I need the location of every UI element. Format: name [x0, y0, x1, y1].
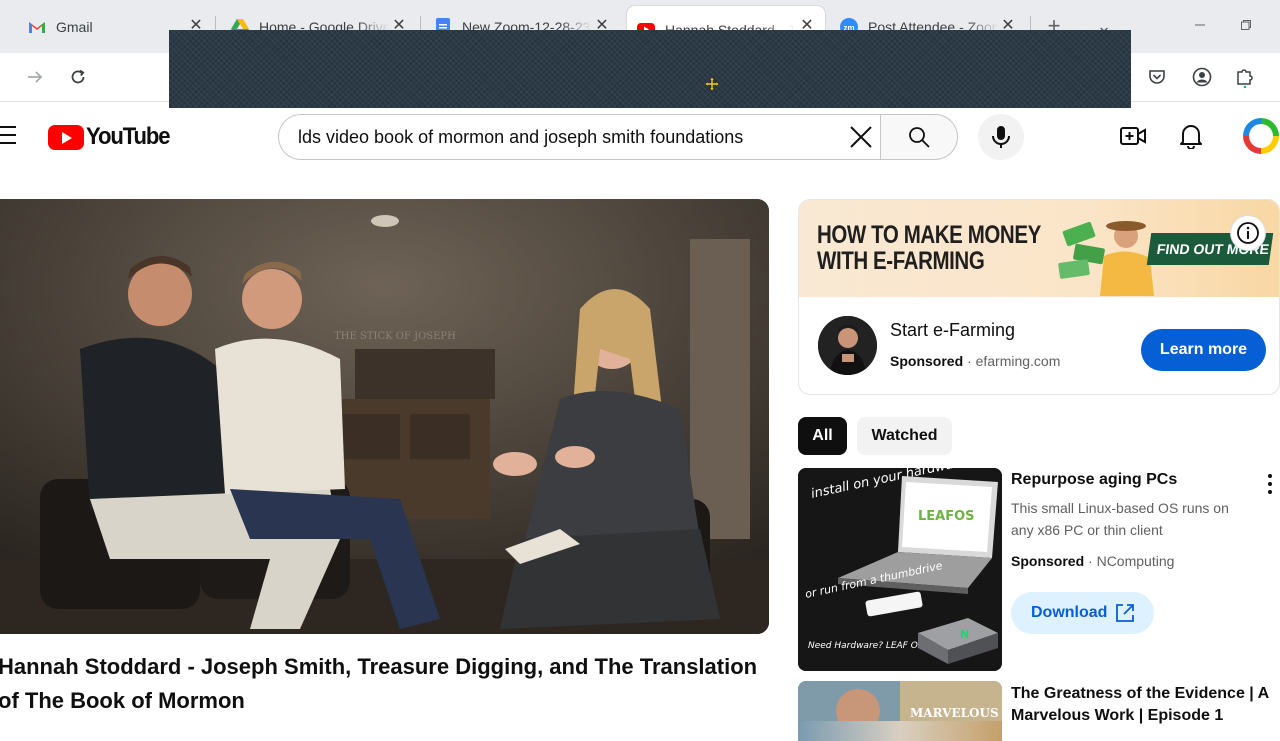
advertiser-name: NComputing [1096, 553, 1175, 569]
download-button[interactable]: Download [1011, 592, 1154, 634]
search-button[interactable] [880, 114, 958, 160]
svg-text:N: N [960, 628, 969, 641]
meta-separator: · [1088, 553, 1093, 569]
youtube-play-icon [48, 124, 84, 150]
video-frame: THE STICK OF JOSEPH [0, 199, 769, 634]
external-link-icon [1116, 604, 1134, 622]
create-video-button[interactable] [1119, 122, 1147, 150]
search-input[interactable]: lds video book of mormon and joseph smit… [278, 114, 881, 160]
recommendation-title[interactable]: The Greatness of the Evidence | A Marvel… [1011, 683, 1271, 727]
ad-info-button[interactable] [1231, 216, 1265, 250]
sponsored-label: Sponsored [890, 353, 964, 369]
hamburger-menu-icon[interactable] [0, 126, 18, 144]
gmail-icon [28, 18, 46, 36]
money-farmer-illustration [1058, 221, 1154, 296]
recommendation-thumb-text: MARVELOUS [910, 706, 999, 720]
forward-arrow-icon[interactable] [23, 65, 47, 89]
youtube-logo[interactable]: YouTube [48, 123, 177, 151]
download-button-label: Download [1031, 604, 1108, 621]
thumb-leafos-logo: LEAFOS [918, 509, 975, 524]
chip-watched[interactable]: Watched [857, 417, 952, 455]
meta-separator: · [967, 353, 972, 369]
tab-title: Gmail [56, 19, 93, 35]
backdrop-sign: THE STICK OF JOSEPH [334, 331, 456, 342]
video-title: Hannah Stoddard - Joseph Smith, Treasure… [0, 654, 758, 713]
account-icon[interactable] [1190, 65, 1214, 89]
ad-banner-headline-line1: HOW TO MAKE MONEY [817, 221, 1041, 249]
reload-icon[interactable] [66, 65, 90, 89]
youtube-header: YouTube lds video book of mormon and jos… [0, 102, 1280, 170]
voice-search-button[interactable] [978, 114, 1024, 160]
search-icon [909, 127, 930, 148]
sponsored-item-description: This small Linux-based OS runs on any x8… [1011, 500, 1229, 538]
learn-more-button[interactable]: Learn more [1141, 329, 1266, 371]
sponsored-label: Sponsored [1011, 553, 1085, 569]
search-query-text: lds video book of mormon and joseph smit… [298, 126, 744, 147]
more-options-icon[interactable] [1262, 473, 1278, 495]
notifications-button[interactable] [1177, 122, 1205, 150]
avatar-inner [1249, 124, 1273, 148]
microphone-icon [992, 126, 1010, 148]
chip-all[interactable]: All [798, 417, 847, 455]
recommendation-thumbnail-image: MARVELOUS [798, 681, 1002, 733]
avatar[interactable] [1243, 118, 1279, 154]
ad-domain: efarming.com [975, 353, 1061, 369]
ad-meta: Sponsored · efarming.com [890, 353, 1060, 369]
youtube-wordmark: YouTube [86, 123, 171, 150]
restore-icon[interactable] [1236, 16, 1256, 36]
video-player[interactable]: THE STICK OF JOSEPH [0, 199, 769, 634]
ad-title[interactable]: Start e-Farming [890, 320, 1015, 341]
ad-banner-headline-line2: WITH E-FARMING [817, 247, 985, 275]
screen-overlay [169, 30, 1131, 108]
ad-banner-image[interactable]: HOW TO MAKE MONEY WITH E-FARMING FIND OU… [799, 200, 1279, 297]
minimize-icon[interactable] [1190, 16, 1210, 36]
info-icon [1237, 222, 1259, 244]
sponsored-ad-card[interactable]: HOW TO MAKE MONEY WITH E-FARMING FIND OU… [798, 199, 1280, 395]
sponsored-item-thumbnail[interactable]: install on your hardware LEAFOS or run f… [798, 468, 1002, 671]
sponsored-item-title[interactable]: Repurpose aging PCs [1011, 471, 1177, 489]
bell-icon [1180, 125, 1202, 149]
clear-search-icon[interactable] [846, 122, 876, 152]
ad-banner-headline: HOW TO MAKE MONEY WITH E-FARMING [817, 222, 1041, 274]
recommendation-thumbnail[interactable]: MARVELOUS [798, 681, 1002, 741]
pocket-icon[interactable] [1145, 65, 1169, 89]
advertiser-avatar[interactable] [818, 316, 877, 375]
advertiser-avatar-image [818, 316, 877, 375]
leafos-promo-image: install on your hardware LEAFOS or run f… [798, 468, 1002, 671]
create-video-icon [1120, 127, 1146, 145]
sponsored-item-meta: Sponsored · NComputing [1011, 553, 1174, 569]
move-cursor-icon [705, 77, 719, 91]
extensions-icon[interactable] [1233, 65, 1257, 89]
